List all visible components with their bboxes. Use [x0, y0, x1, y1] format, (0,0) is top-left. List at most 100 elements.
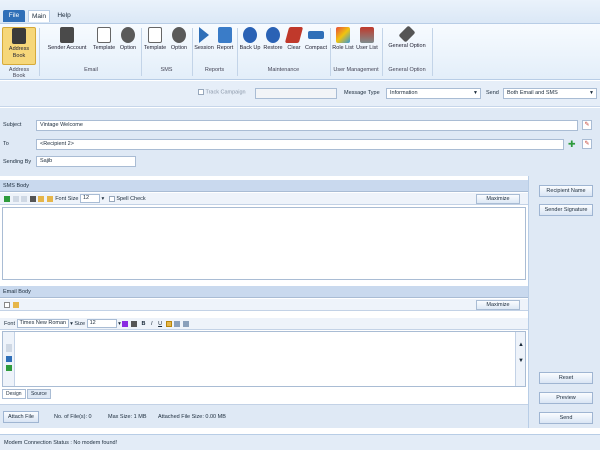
sms-option-label: Option	[170, 45, 188, 51]
editor-mode-tabs: Design Source	[2, 389, 51, 399]
backup-button[interactable]: Back Up	[239, 27, 261, 52]
sms-template-label: Template	[143, 45, 167, 51]
spell-check-checkbox[interactable]	[108, 195, 115, 202]
open-folder-icon[interactable]	[12, 301, 19, 308]
sms-body-editor[interactable]	[2, 207, 526, 280]
size-label: Size	[74, 321, 86, 327]
save-icon[interactable]	[46, 195, 53, 202]
subject-input[interactable]: Vintage Welcome	[36, 120, 578, 131]
align-left-icon[interactable]	[165, 320, 172, 327]
preview-button[interactable]: Preview	[539, 392, 593, 404]
group-label-general-option: General Option	[388, 67, 426, 73]
sender-account-button[interactable]: Sender Account	[43, 27, 91, 52]
track-campaign-select[interactable]	[255, 88, 337, 99]
bold-icon[interactable]: B	[142, 321, 146, 327]
text-color-icon[interactable]	[122, 320, 129, 327]
paste-icon[interactable]	[29, 195, 36, 202]
align-right-icon[interactable]	[182, 320, 189, 327]
editor-scrollbar[interactable]: ▲ ▼	[515, 332, 525, 386]
ribbon-divider	[192, 28, 193, 76]
compact-icon	[308, 31, 324, 39]
recipient-name-button[interactable]: Recipient Name	[539, 185, 593, 197]
email-body-header: Email Body	[0, 286, 528, 298]
sending-by-label: Sending By	[3, 159, 32, 165]
new-document-icon[interactable]	[4, 301, 10, 308]
attachment-bar: Attach File No. of File(s): 0 Max Size: …	[0, 404, 528, 428]
sender-signature-button[interactable]: Sender Signature	[539, 204, 593, 216]
add-recipient-icon[interactable]: ✚	[568, 138, 576, 150]
play-icon	[199, 27, 209, 43]
email-template-button[interactable]: Template	[92, 27, 116, 52]
backup-icon	[243, 27, 257, 43]
size-select[interactable]: 12	[86, 319, 117, 329]
template-icon	[148, 27, 162, 43]
ribbon-divider	[382, 28, 383, 76]
group-label-reports: Reports	[204, 67, 225, 73]
sms-template-button[interactable]: Template	[143, 27, 167, 52]
image-icon[interactable]	[6, 356, 12, 362]
compact-button[interactable]: Compact	[304, 27, 328, 52]
menu-help[interactable]: Help	[54, 10, 74, 22]
group-label-maintenance: Maintenance	[267, 67, 300, 73]
message-type-label: Message Type	[344, 90, 380, 96]
font-size-select[interactable]: 12	[79, 194, 100, 204]
report-icon	[218, 27, 232, 43]
font-family-select[interactable]: Times New Roman	[16, 319, 69, 329]
attach-file-button[interactable]: Attach File	[3, 411, 39, 423]
scroll-down-icon[interactable]: ▼	[518, 358, 524, 364]
highlight-icon[interactable]	[130, 320, 137, 327]
copy-icon[interactable]	[21, 195, 28, 202]
font-size-label: Font Size	[55, 196, 79, 202]
email-body-editor[interactable]: ▲ ▼	[2, 331, 526, 387]
general-option-button[interactable]: General Option	[385, 25, 429, 50]
tab-design[interactable]: Design	[2, 389, 26, 399]
address-book-button[interactable]: Address Book	[2, 27, 36, 65]
option-icon	[172, 27, 186, 43]
user-list-label: User List	[356, 45, 378, 51]
open-folder-icon[interactable]	[38, 195, 45, 202]
menu-main[interactable]: Main	[28, 10, 50, 22]
report-button[interactable]: Report	[215, 27, 235, 52]
sms-body-header: SMS Body	[0, 180, 528, 192]
file-count: No. of File(s): 0	[54, 414, 92, 420]
italic-icon[interactable]: I	[151, 321, 153, 327]
clear-icon	[284, 27, 304, 43]
send-select[interactable]: Both Email and SMS ▼	[503, 88, 597, 99]
size-value: 12	[89, 320, 96, 327]
scroll-up-icon[interactable]: ▲	[518, 342, 524, 348]
email-maximize-button[interactable]: Maximize	[476, 300, 520, 310]
menu-file[interactable]: File	[3, 10, 25, 22]
options-strip: Track Campaign Message Type Information …	[0, 81, 600, 107]
reset-button[interactable]: Reset	[539, 372, 593, 384]
underline-icon[interactable]: U	[158, 321, 162, 327]
to-input[interactable]: <Recipient 2>	[36, 139, 564, 150]
chevron-down-icon: ▼	[589, 90, 594, 96]
role-list-button[interactable]: Role List	[332, 27, 354, 52]
max-size: Max Size: 1 MB	[108, 414, 147, 420]
address-book-icon	[12, 28, 26, 44]
sms-maximize-button[interactable]: Maximize	[476, 194, 520, 204]
send-button[interactable]: Send	[539, 412, 593, 424]
sending-by-input[interactable]: Sajib	[36, 156, 136, 167]
clear-button[interactable]: Clear	[284, 27, 304, 52]
sms-option-button[interactable]: Option	[168, 27, 190, 52]
restore-button[interactable]: Restore	[262, 27, 284, 52]
insert-icon[interactable]	[4, 195, 10, 202]
table-icon[interactable]	[6, 365, 12, 371]
align-center-icon[interactable]	[174, 320, 181, 327]
cut-icon[interactable]	[12, 195, 19, 202]
email-option-button[interactable]: Option	[117, 27, 139, 52]
user-list-button[interactable]: User List	[355, 27, 379, 52]
right-panel: Recipient Name Sender Signature Reset Pr…	[528, 176, 600, 428]
message-type-select[interactable]: Information ▼	[386, 88, 481, 99]
tab-source[interactable]: Source	[26, 389, 51, 399]
menu-bar: File Main Help	[0, 0, 600, 24]
document-icon[interactable]	[6, 344, 12, 352]
track-campaign-checkbox[interactable]: Track Campaign	[198, 89, 246, 95]
sender-account-label: Sender Account	[47, 45, 87, 51]
subject-clear-icon[interactable]: ✎	[582, 120, 592, 130]
template-icon	[97, 27, 111, 43]
to-label: To	[3, 141, 9, 147]
recipient-clear-icon[interactable]: ✎	[582, 139, 592, 149]
session-button[interactable]: Session	[194, 27, 214, 52]
